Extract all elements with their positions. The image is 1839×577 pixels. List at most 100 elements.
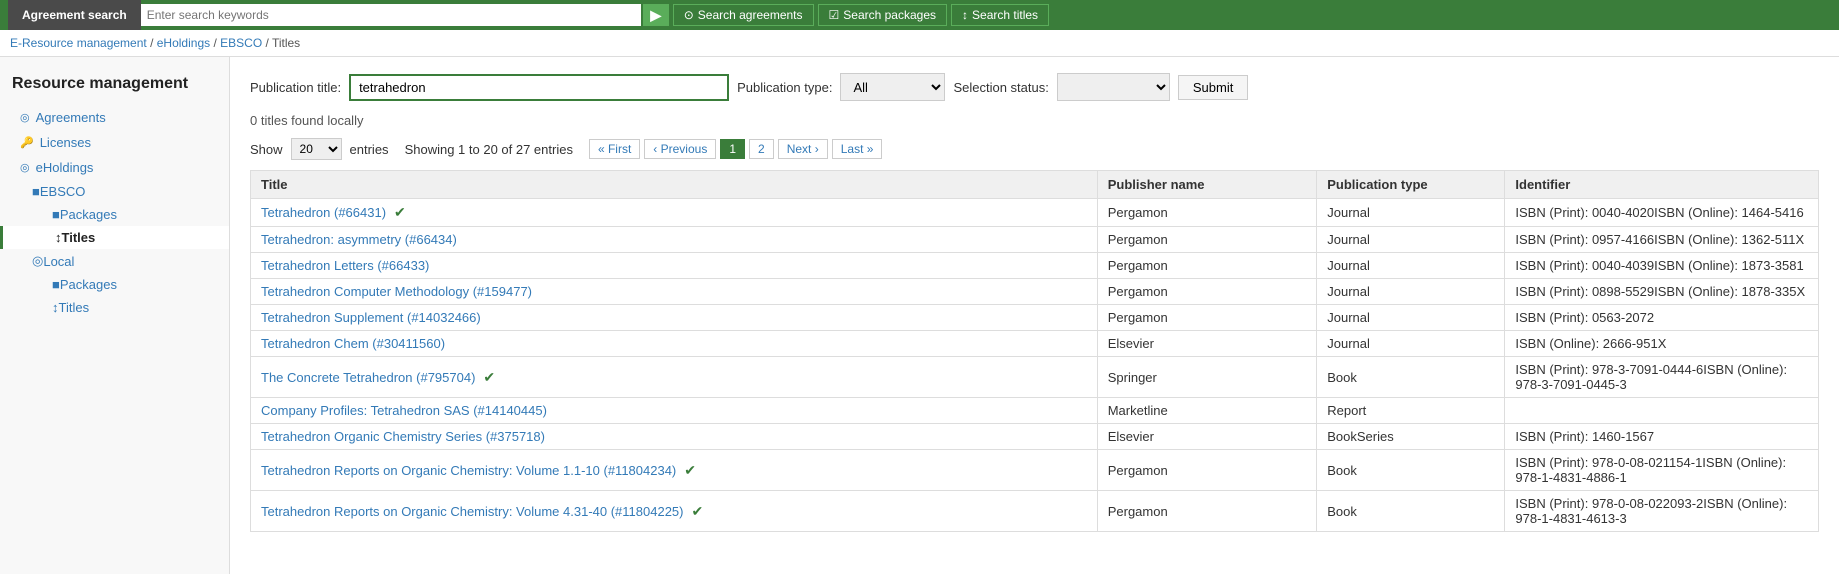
cell-title: Tetrahedron Chem (#30411560) <box>251 331 1098 357</box>
publication-type-select[interactable]: AllJournalBookBookSeriesReport <box>840 73 945 101</box>
cell-title: Company Profiles: Tetrahedron SAS (#1414… <box>251 398 1098 424</box>
ebsco-icon: ■ <box>32 184 40 199</box>
sidebar-title: Resource management <box>0 67 229 105</box>
cell-identifier: ISBN (Print): 0898-5529ISBN (Online): 18… <box>1505 279 1819 305</box>
sidebar-item-local[interactable]: ◎ Local <box>0 249 229 273</box>
main-layout: Resource management ◎ Agreements 🔑 Licen… <box>0 57 1839 574</box>
results-table: Title Publisher name Publication type Id… <box>250 170 1819 532</box>
sidebar-item-ebsco-packages-label: Packages <box>60 207 117 222</box>
cell-title: Tetrahedron Letters (#66433) <box>251 253 1098 279</box>
sidebar-item-agreements[interactable]: ◎ Agreements <box>0 105 229 130</box>
previous-page-button[interactable]: ‹ Previous <box>644 139 716 159</box>
table-row: Tetrahedron Computer Methodology (#15947… <box>251 279 1819 305</box>
search-packages-button[interactable]: ☑ Search packages <box>818 4 948 26</box>
selected-checkmark-icon: ✔ <box>684 462 696 478</box>
selection-status-select[interactable]: SelectedNot Selected <box>1057 73 1170 101</box>
cell-identifier: ISBN (Online): 2666-951X <box>1505 331 1819 357</box>
cell-title: Tetrahedron Organic Chemistry Series (#3… <box>251 424 1098 450</box>
cell-pubtype: Journal <box>1317 253 1505 279</box>
cell-publisher: Pergamon <box>1097 227 1317 253</box>
sidebar-item-ebsco-packages[interactable]: ■ Packages <box>0 203 229 226</box>
sidebar-item-licenses-label: Licenses <box>40 135 91 150</box>
search-form: Publication title: Publication type: All… <box>250 73 1819 101</box>
sidebar-item-local-titles[interactable]: ↕ Titles <box>0 296 229 319</box>
sidebar-item-ebsco-label: EBSCO <box>40 184 86 199</box>
top-search-go-button[interactable]: ▶ <box>643 4 669 26</box>
cell-title: The Concrete Tetrahedron (#795704) ✔ <box>251 357 1098 398</box>
cell-pubtype: Book <box>1317 450 1505 491</box>
col-header-title: Title <box>251 171 1098 199</box>
top-search-input[interactable] <box>141 4 641 26</box>
breadcrumb-eresource[interactable]: E-Resource management <box>10 36 147 50</box>
cell-title: Tetrahedron Reports on Organic Chemistry… <box>251 491 1098 532</box>
sidebar-item-licenses[interactable]: 🔑 Licenses <box>0 130 229 155</box>
table-row: Tetrahedron (#66431)✔PergamonJournalISBN… <box>251 199 1819 227</box>
selected-checkmark-icon: ✔ <box>394 204 406 220</box>
cell-publisher: Pergamon <box>1097 279 1317 305</box>
cell-pubtype: BookSeries <box>1317 424 1505 450</box>
table-row: Company Profiles: Tetrahedron SAS (#1414… <box>251 398 1819 424</box>
local-packages-icon: ■ <box>52 277 60 292</box>
title-link[interactable]: Tetrahedron Supplement (#14032466) <box>261 310 481 325</box>
title-link[interactable]: Tetrahedron (#66431) <box>261 205 386 220</box>
cell-pubtype: Journal <box>1317 227 1505 253</box>
title-link[interactable]: Tetrahedron Organic Chemistry Series (#3… <box>261 429 545 444</box>
cell-pubtype: Journal <box>1317 199 1505 227</box>
cell-publisher: Elsevier <box>1097 424 1317 450</box>
search-agreements-button[interactable]: ⊙ Search agreements <box>673 4 814 26</box>
col-header-identifier: Identifier <box>1505 171 1819 199</box>
breadcrumb-ebsco[interactable]: EBSCO <box>220 36 262 50</box>
cell-identifier: ISBN (Print): 978-0-08-021154-1ISBN (Onl… <box>1505 450 1819 491</box>
sidebar-item-ebsco[interactable]: ■ EBSCO <box>0 180 229 203</box>
col-header-pubtype: Publication type <box>1317 171 1505 199</box>
sidebar-item-local-titles-label: Titles <box>59 300 90 315</box>
publication-title-input[interactable] <box>349 74 729 101</box>
breadcrumb-eholdings[interactable]: eHoldings <box>157 36 210 50</box>
title-link[interactable]: Tetrahedron Computer Methodology (#15947… <box>261 284 532 299</box>
eholdings-icon: ◎ <box>20 161 30 174</box>
title-link[interactable]: Tetrahedron Chem (#30411560) <box>261 336 445 351</box>
agreement-search-tab[interactable]: Agreement search <box>8 0 141 30</box>
showing-text: Showing 1 to 20 of 27 entries <box>405 142 573 157</box>
submit-button[interactable]: Submit <box>1178 75 1248 100</box>
title-link[interactable]: Tetrahedron Reports on Organic Chemistry… <box>261 504 684 519</box>
title-link[interactable]: Tetrahedron Reports on Organic Chemistry… <box>261 463 676 478</box>
title-link[interactable]: Tetrahedron: asymmetry (#66434) <box>261 232 457 247</box>
cell-identifier: ISBN (Print): 0957-4166ISBN (Online): 13… <box>1505 227 1819 253</box>
cell-title: Tetrahedron: asymmetry (#66434) <box>251 227 1098 253</box>
table-row: Tetrahedron Reports on Organic Chemistry… <box>251 450 1819 491</box>
search-titles-button[interactable]: ↕ Search titles <box>951 4 1049 26</box>
page-1-button[interactable]: 1 <box>720 139 745 159</box>
sidebar-item-eholdings[interactable]: ◎ eHoldings <box>0 155 229 180</box>
entries-label: entries <box>350 142 389 157</box>
breadcrumb: E-Resource management / eHoldings / EBSC… <box>0 30 1839 57</box>
sidebar-item-ebsco-titles[interactable]: ↕ Titles <box>0 226 229 249</box>
title-link[interactable]: Company Profiles: Tetrahedron SAS (#1414… <box>261 403 547 418</box>
ebsco-packages-icon: ■ <box>52 207 60 222</box>
sidebar-item-ebsco-titles-label: Titles <box>62 230 96 245</box>
title-link[interactable]: Tetrahedron Letters (#66433) <box>261 258 429 273</box>
next-page-button[interactable]: Next › <box>778 139 828 159</box>
sidebar-item-local-packages[interactable]: ■ Packages <box>0 273 229 296</box>
page-2-button[interactable]: 2 <box>749 139 774 159</box>
table-row: Tetrahedron Organic Chemistry Series (#3… <box>251 424 1819 450</box>
sidebar-item-agreements-label: Agreements <box>36 110 106 125</box>
cell-publisher: Pergamon <box>1097 491 1317 532</box>
cell-identifier: ISBN (Print): 0040-4039ISBN (Online): 18… <box>1505 253 1819 279</box>
agreements-icon: ◎ <box>20 111 30 124</box>
selection-status-label: Selection status: <box>953 80 1048 95</box>
cell-publisher: Springer <box>1097 357 1317 398</box>
cell-title: Tetrahedron Reports on Organic Chemistry… <box>251 450 1098 491</box>
cell-pubtype: Journal <box>1317 305 1505 331</box>
title-link[interactable]: The Concrete Tetrahedron (#795704) <box>261 370 475 385</box>
publication-type-label: Publication type: <box>737 80 832 95</box>
cell-pubtype: Journal <box>1317 279 1505 305</box>
cell-title: Tetrahedron (#66431) ✔ <box>251 199 1098 227</box>
local-icon: ◎ <box>32 253 43 269</box>
show-entries-select[interactable]: 102050100 <box>291 138 342 160</box>
selected-checkmark-icon: ✔ <box>483 369 495 385</box>
last-page-button[interactable]: Last » <box>832 139 883 159</box>
selected-checkmark-icon: ✔ <box>692 503 704 519</box>
cell-identifier: ISBN (Print): 978-3-7091-0444-6ISBN (Onl… <box>1505 357 1819 398</box>
first-page-button[interactable]: « First <box>589 139 640 159</box>
